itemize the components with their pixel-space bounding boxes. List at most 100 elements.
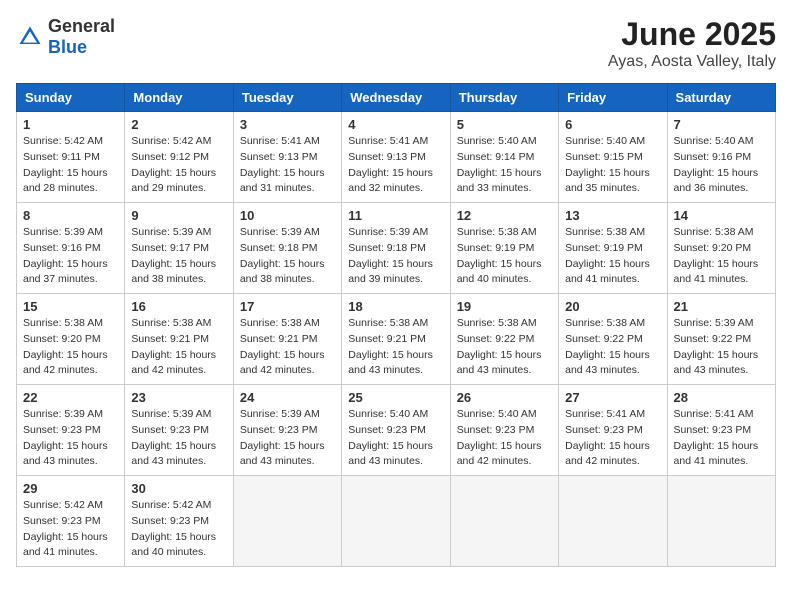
calendar-cell: 27Sunrise: 5:41 AMSunset: 9:23 PMDayligh… [559, 385, 667, 476]
day-info: Sunrise: 5:41 AMSunset: 9:13 PMDaylight:… [348, 134, 443, 197]
calendar-cell: 19Sunrise: 5:38 AMSunset: 9:22 PMDayligh… [450, 294, 558, 385]
logo-wordmark: General Blue [48, 16, 115, 58]
day-info: Sunrise: 5:40 AMSunset: 9:16 PMDaylight:… [674, 134, 769, 197]
day-info: Sunrise: 5:39 AMSunset: 9:23 PMDaylight:… [131, 407, 226, 470]
calendar-cell: 1 Sunrise: 5:42 AMSunset: 9:11 PMDaylight… [17, 112, 125, 203]
calendar-cell: 17 Sunrise: 5:38 AMSunset: 9:21 PMDayligh… [233, 294, 341, 385]
day-number: 29 [23, 481, 118, 496]
calendar-cell: 7 Sunrise: 5:40 AMSunset: 9:16 PMDaylight… [667, 112, 775, 203]
calendar: Sunday Monday Tuesday Wednesday Thursday… [16, 83, 776, 567]
day-info: Sunrise: 5:39 AMSunset: 9:22 PMDaylight:… [674, 316, 769, 379]
day-number: 3 [240, 117, 335, 132]
day-info: Sunrise: 5:39 AMSunset: 9:18 PMDaylight:… [348, 225, 443, 288]
day-number: 30 [131, 481, 226, 496]
calendar-cell: 15 Sunrise: 5:38 AMSunset: 9:20 PMDayligh… [17, 294, 125, 385]
week-row-1: 1 Sunrise: 5:42 AMSunset: 9:11 PMDaylight… [17, 112, 776, 203]
day-number: 1 [23, 117, 118, 132]
day-number: 20 [565, 299, 660, 314]
day-info: Sunrise: 5:39 AMSunset: 9:23 PMDaylight:… [23, 407, 118, 470]
calendar-cell: 6 Sunrise: 5:40 AMSunset: 9:15 PMDaylight… [559, 112, 667, 203]
calendar-cell: 29 Sunrise: 5:42 AMSunset: 9:23 PMDayligh… [17, 476, 125, 567]
calendar-cell: 24 Sunrise: 5:39 AMSunset: 9:23 PMDayligh… [233, 385, 341, 476]
calendar-cell: 20Sunrise: 5:38 AMSunset: 9:22 PMDayligh… [559, 294, 667, 385]
day-number: 6 [565, 117, 660, 132]
day-number: 15 [23, 299, 118, 314]
day-number: 14 [674, 208, 769, 223]
calendar-cell [233, 476, 341, 567]
day-info: Sunrise: 5:41 AMSunset: 9:23 PMDaylight:… [674, 407, 769, 470]
header: General Blue June 2025 Ayas, Aosta Valle… [16, 16, 776, 71]
calendar-cell: 13 Sunrise: 5:38 AMSunset: 9:19 PMDayligh… [559, 203, 667, 294]
day-info: Sunrise: 5:42 AMSunset: 9:11 PMDaylight:… [23, 134, 118, 197]
day-info: Sunrise: 5:40 AMSunset: 9:15 PMDaylight:… [565, 134, 660, 197]
day-info: Sunrise: 5:42 AMSunset: 9:23 PMDaylight:… [131, 498, 226, 561]
header-wednesday: Wednesday [342, 84, 450, 112]
calendar-cell: 25 Sunrise: 5:40 AMSunset: 9:23 PMDayligh… [342, 385, 450, 476]
day-info: Sunrise: 5:38 AMSunset: 9:21 PMDaylight:… [348, 316, 443, 379]
header-monday: Monday [125, 84, 233, 112]
week-row-3: 15 Sunrise: 5:38 AMSunset: 9:20 PMDayligh… [17, 294, 776, 385]
day-number: 26 [457, 390, 552, 405]
calendar-cell: 3 Sunrise: 5:41 AMSunset: 9:13 PMDaylight… [233, 112, 341, 203]
day-number: 9 [131, 208, 226, 223]
day-number: 7 [674, 117, 769, 132]
day-number: 18 [348, 299, 443, 314]
day-info: Sunrise: 5:39 AMSunset: 9:23 PMDaylight:… [240, 407, 335, 470]
calendar-cell: 4 Sunrise: 5:41 AMSunset: 9:13 PMDaylight… [342, 112, 450, 203]
week-row-2: 8 Sunrise: 5:39 AMSunset: 9:16 PMDaylight… [17, 203, 776, 294]
calendar-cell [559, 476, 667, 567]
calendar-cell: 9Sunrise: 5:39 AMSunset: 9:17 PMDaylight… [125, 203, 233, 294]
day-number: 24 [240, 390, 335, 405]
day-number: 12 [457, 208, 552, 223]
day-number: 8 [23, 208, 118, 223]
day-info: Sunrise: 5:41 AMSunset: 9:23 PMDaylight:… [565, 407, 660, 470]
day-info: Sunrise: 5:40 AMSunset: 9:23 PMDaylight:… [457, 407, 552, 470]
calendar-cell: 22 Sunrise: 5:39 AMSunset: 9:23 PMDayligh… [17, 385, 125, 476]
calendar-cell: 12 Sunrise: 5:38 AMSunset: 9:19 PMDayligh… [450, 203, 558, 294]
week-row-4: 22 Sunrise: 5:39 AMSunset: 9:23 PMDayligh… [17, 385, 776, 476]
day-info: Sunrise: 5:42 AMSunset: 9:12 PMDaylight:… [131, 134, 226, 197]
day-number: 17 [240, 299, 335, 314]
day-info: Sunrise: 5:39 AMSunset: 9:16 PMDaylight:… [23, 225, 118, 288]
location-title: Ayas, Aosta Valley, Italy [608, 53, 776, 71]
day-info: Sunrise: 5:38 AMSunset: 9:21 PMDaylight:… [240, 316, 335, 379]
calendar-cell: 11Sunrise: 5:39 AMSunset: 9:18 PMDayligh… [342, 203, 450, 294]
day-info: Sunrise: 5:38 AMSunset: 9:21 PMDaylight:… [131, 316, 226, 379]
calendar-cell: 28 Sunrise: 5:41 AMSunset: 9:23 PMDayligh… [667, 385, 775, 476]
calendar-cell: 21 Sunrise: 5:39 AMSunset: 9:22 PMDayligh… [667, 294, 775, 385]
header-saturday: Saturday [667, 84, 775, 112]
header-thursday: Thursday [450, 84, 558, 112]
day-info: Sunrise: 5:41 AMSunset: 9:13 PMDaylight:… [240, 134, 335, 197]
day-number: 21 [674, 299, 769, 314]
calendar-cell: 10Sunrise: 5:39 AMSunset: 9:18 PMDayligh… [233, 203, 341, 294]
day-info: Sunrise: 5:38 AMSunset: 9:20 PMDaylight:… [674, 225, 769, 288]
day-number: 2 [131, 117, 226, 132]
header-sunday: Sunday [17, 84, 125, 112]
day-number: 22 [23, 390, 118, 405]
header-tuesday: Tuesday [233, 84, 341, 112]
day-number: 13 [565, 208, 660, 223]
calendar-cell [667, 476, 775, 567]
day-info: Sunrise: 5:42 AMSunset: 9:23 PMDaylight:… [23, 498, 118, 561]
day-info: Sunrise: 5:38 AMSunset: 9:20 PMDaylight:… [23, 316, 118, 379]
day-info: Sunrise: 5:38 AMSunset: 9:22 PMDaylight:… [457, 316, 552, 379]
header-friday: Friday [559, 84, 667, 112]
month-title: June 2025 [608, 16, 776, 53]
day-number: 23 [131, 390, 226, 405]
calendar-cell: 30 Sunrise: 5:42 AMSunset: 9:23 PMDayligh… [125, 476, 233, 567]
logo: General Blue [16, 16, 115, 58]
day-info: Sunrise: 5:38 AMSunset: 9:19 PMDaylight:… [457, 225, 552, 288]
calendar-cell: 26 Sunrise: 5:40 AMSunset: 9:23 PMDayligh… [450, 385, 558, 476]
day-info: Sunrise: 5:39 AMSunset: 9:18 PMDaylight:… [240, 225, 335, 288]
day-info: Sunrise: 5:40 AMSunset: 9:23 PMDaylight:… [348, 407, 443, 470]
calendar-cell: 5Sunrise: 5:40 AMSunset: 9:14 PMDaylight… [450, 112, 558, 203]
day-info: Sunrise: 5:38 AMSunset: 9:19 PMDaylight:… [565, 225, 660, 288]
day-number: 4 [348, 117, 443, 132]
day-number: 28 [674, 390, 769, 405]
week-row-5: 29 Sunrise: 5:42 AMSunset: 9:23 PMDayligh… [17, 476, 776, 567]
logo-icon [16, 23, 44, 51]
day-number: 25 [348, 390, 443, 405]
calendar-cell: 2 Sunrise: 5:42 AMSunset: 9:12 PMDaylight… [125, 112, 233, 203]
day-number: 5 [457, 117, 552, 132]
calendar-cell: 14 Sunrise: 5:38 AMSunset: 9:20 PMDayligh… [667, 203, 775, 294]
